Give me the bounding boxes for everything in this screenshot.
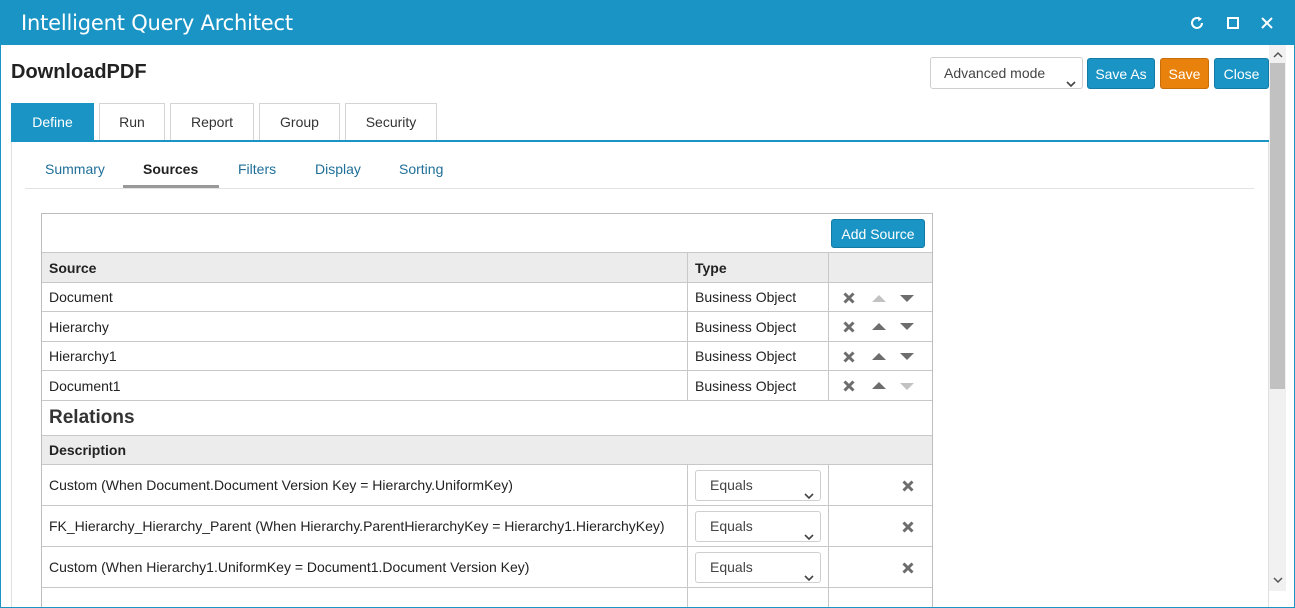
- subtab-sorting[interactable]: Sorting: [399, 161, 443, 189]
- move-up-icon[interactable]: [871, 348, 887, 364]
- tab-define[interactable]: Define: [11, 103, 94, 141]
- move-up-icon[interactable]: [871, 377, 887, 393]
- remove-icon[interactable]: [841, 319, 857, 335]
- move-down-icon[interactable]: [899, 318, 915, 334]
- close-icon[interactable]: [1257, 13, 1277, 33]
- add-source-button[interactable]: Add Source: [831, 219, 925, 248]
- tab-group[interactable]: Group: [259, 103, 340, 141]
- relation-description: Custom (When Document.Document Version K…: [49, 477, 513, 493]
- relations-title: Relations: [49, 407, 135, 428]
- window-title: Intelligent Query Architect: [21, 11, 293, 35]
- relation-operator-select[interactable]: Equals: [695, 511, 821, 542]
- scroll-up-icon[interactable]: [1271, 48, 1284, 60]
- remove-icon[interactable]: [841, 378, 857, 394]
- table-row: Hierarchy Business Object: [42, 311, 932, 341]
- scroll-down-icon[interactable]: [1271, 574, 1284, 586]
- title-bar: Intelligent Query Architect: [1, 1, 1294, 45]
- maximize-icon[interactable]: [1223, 13, 1243, 33]
- chevron-down-icon: [1066, 68, 1076, 98]
- relation-operator-value: Equals: [710, 477, 753, 493]
- type-column-header: Type: [695, 259, 727, 276]
- tab-run[interactable]: Run: [99, 103, 165, 141]
- move-down-icon: [899, 378, 915, 394]
- save-button[interactable]: Save: [1160, 58, 1209, 89]
- remove-icon[interactable]: [841, 290, 857, 306]
- source-type: Business Object: [695, 348, 797, 364]
- subtab-filters[interactable]: Filters: [238, 161, 276, 189]
- source-name: Document1: [49, 377, 121, 394]
- remove-icon[interactable]: [841, 349, 857, 365]
- relation-operator-select[interactable]: Equals: [695, 552, 821, 583]
- move-down-icon[interactable]: [899, 348, 915, 364]
- move-down-icon[interactable]: [899, 290, 915, 306]
- source-name: Hierarchy: [49, 318, 109, 335]
- relation-row: FK_Hierarchy_Hierarchy_Parent (When Hier…: [42, 505, 932, 546]
- subtab-active-indicator: [123, 185, 219, 188]
- source-column-header: Source: [49, 259, 97, 276]
- move-up-icon: [871, 290, 887, 306]
- remove-icon[interactable]: [900, 560, 916, 576]
- sources-grid: Add Source Source Type Document Business…: [41, 213, 933, 607]
- relation-operator-select[interactable]: Equals: [695, 470, 821, 501]
- source-type: Business Object: [695, 289, 797, 305]
- mode-select[interactable]: Advanced mode: [930, 57, 1083, 89]
- tab-security[interactable]: Security: [345, 103, 437, 141]
- subtab-divider: [25, 188, 1254, 189]
- move-up-icon[interactable]: [871, 318, 887, 334]
- mode-select-value: Advanced mode: [944, 65, 1046, 81]
- description-column-header: Description: [49, 442, 127, 458]
- relations-header-row: Description: [42, 435, 932, 464]
- close-button[interactable]: Close: [1214, 58, 1269, 89]
- source-name: Document: [49, 289, 113, 305]
- subtab-display[interactable]: Display: [315, 161, 361, 189]
- sources-header-row: Source Type: [42, 252, 932, 282]
- tab-report[interactable]: Report: [170, 103, 254, 141]
- relation-row: Custom (When Document.Document Version K…: [42, 464, 932, 505]
- table-row: Hierarchy1 Business Object: [42, 341, 932, 370]
- remove-icon[interactable]: [900, 519, 916, 535]
- relation-description: Custom (When Hierarchy1.UniformKey = Doc…: [49, 559, 530, 575]
- relation-operator-value: Equals: [710, 559, 753, 575]
- source-type: Business Object: [695, 377, 797, 394]
- relations-title-row: Relations: [42, 400, 932, 435]
- relation-row: Custom (When Hierarchy1.UniformKey = Doc…: [42, 546, 932, 587]
- remove-icon[interactable]: [900, 478, 916, 494]
- table-row: Document1 Business Object: [42, 370, 932, 400]
- table-row: Document Business Object: [42, 282, 932, 311]
- relation-operator-value: Equals: [710, 518, 753, 534]
- page-title: DownloadPDF: [11, 61, 147, 83]
- save-as-button[interactable]: Save As: [1087, 58, 1155, 89]
- table-row-partial: [42, 587, 932, 607]
- relation-description: FK_Hierarchy_Hierarchy_Parent (When Hier…: [49, 518, 665, 534]
- subtab-summary[interactable]: Summary: [45, 161, 105, 189]
- refresh-icon[interactable]: [1187, 13, 1207, 33]
- app-window: Intelligent Query Architect DownloadPDF …: [0, 0, 1295, 608]
- source-name: Hierarchy1: [49, 348, 117, 364]
- source-type: Business Object: [695, 318, 797, 335]
- scrollbar-thumb[interactable]: [1270, 63, 1285, 389]
